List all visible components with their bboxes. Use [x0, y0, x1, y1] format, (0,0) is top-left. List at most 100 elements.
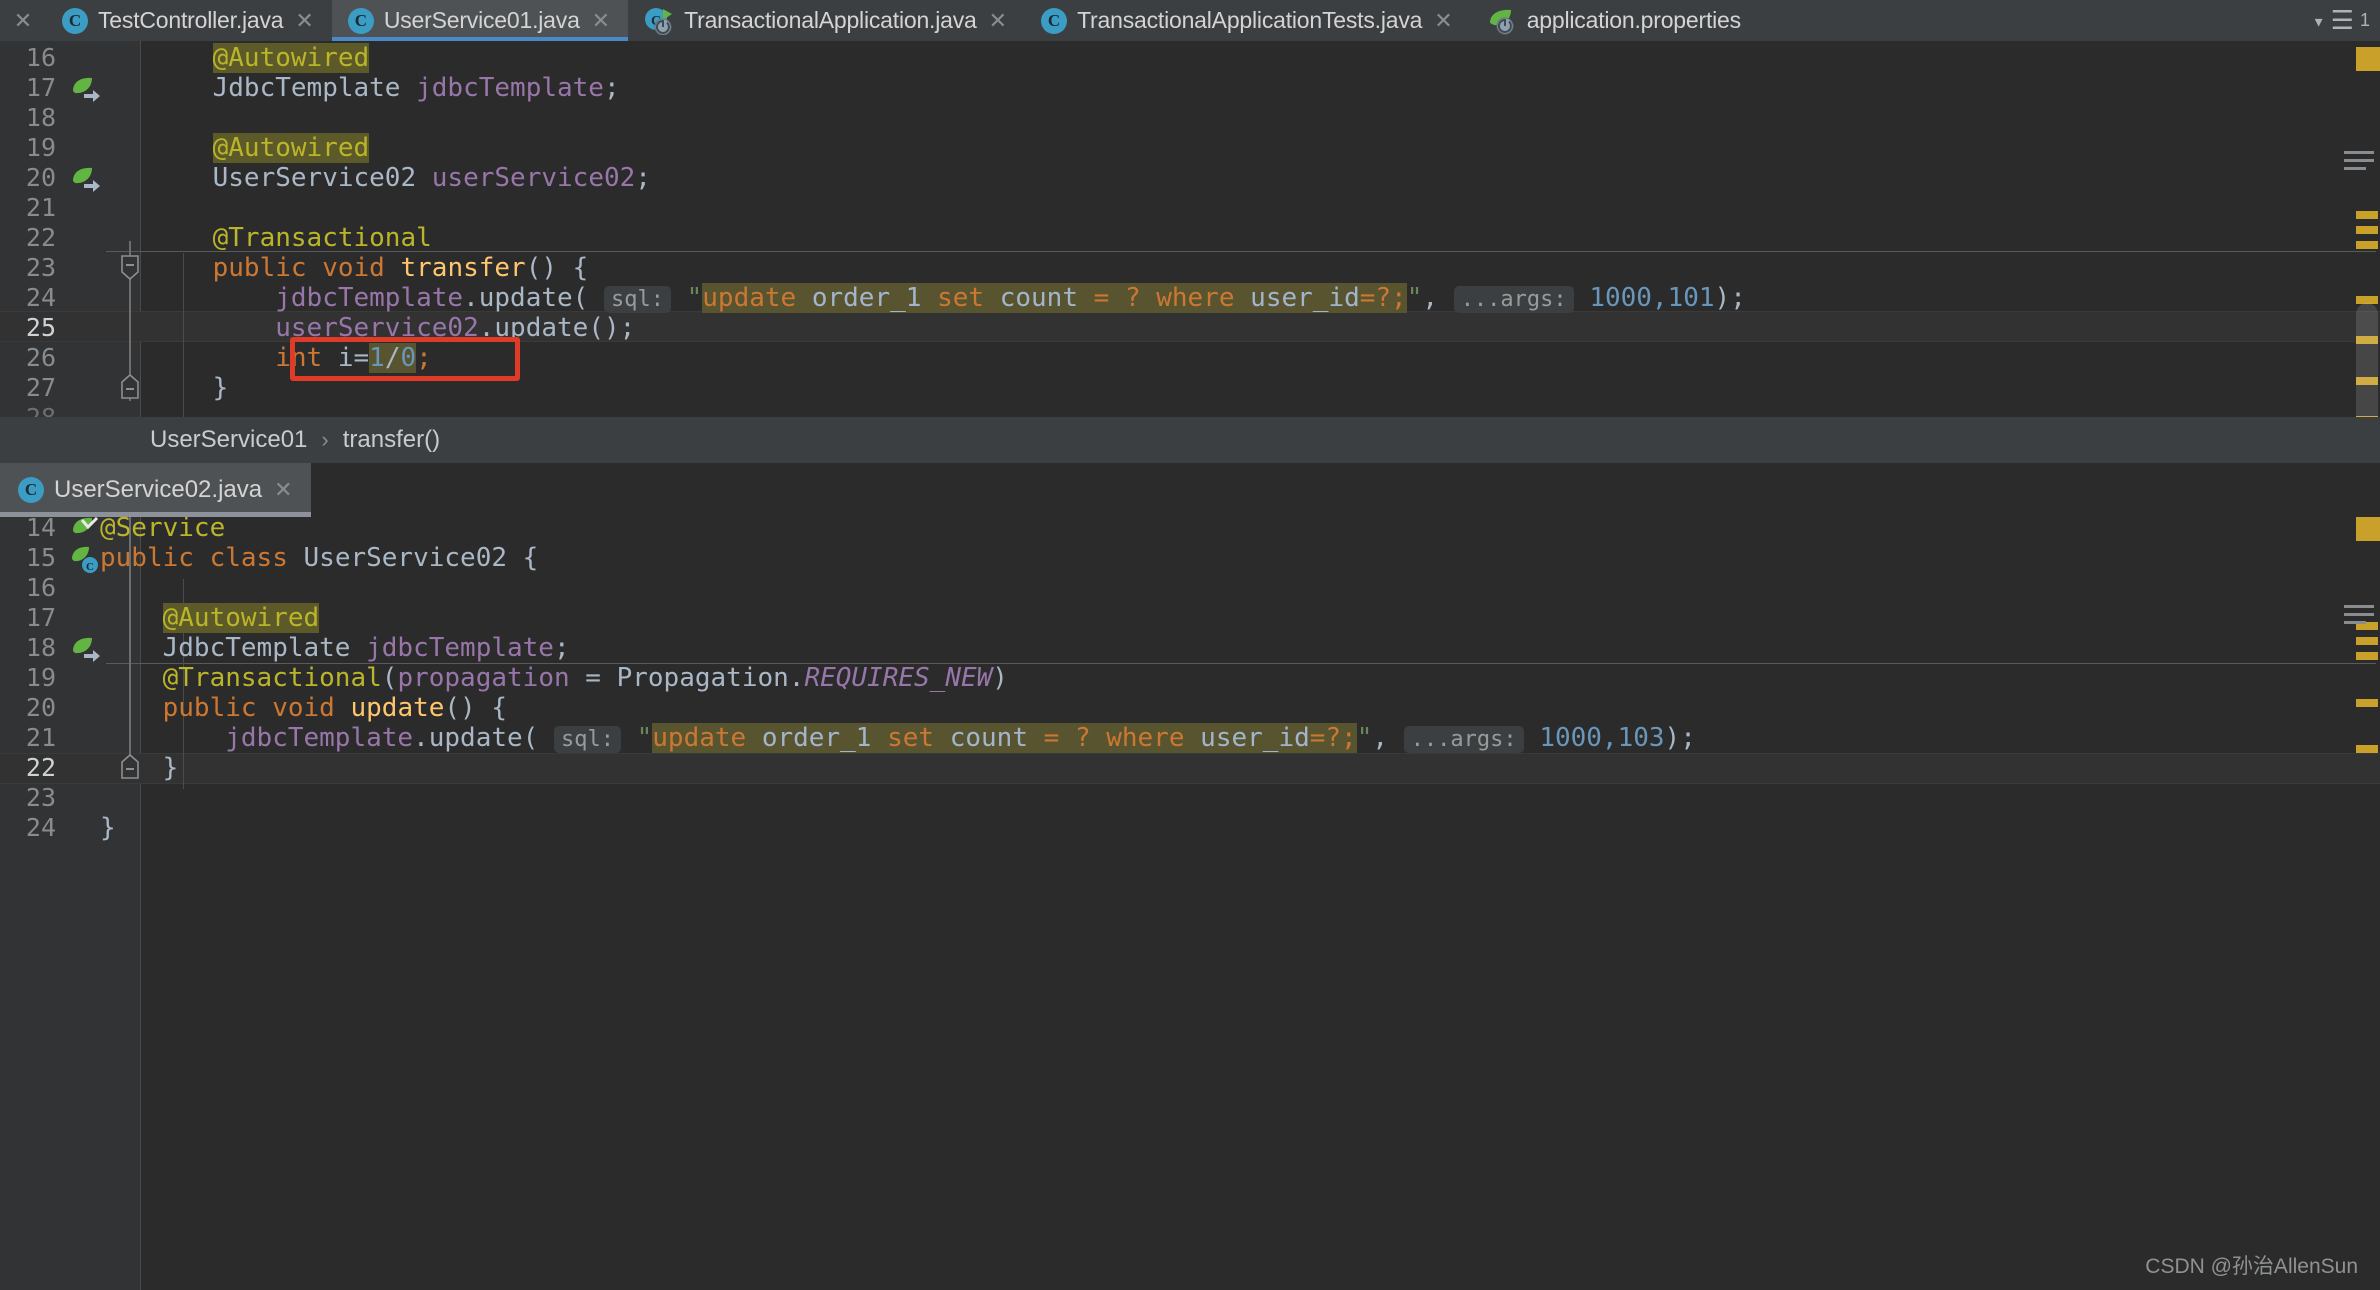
code-line-17[interactable]: JdbcTemplate jdbcTemplate;: [150, 73, 620, 103]
inspection-warning-indicator[interactable]: [2356, 517, 2380, 541]
sql-args-values: 1000,103: [1539, 723, 1665, 753]
code-line-20[interactable]: public void update() {: [100, 693, 507, 723]
tabbar-actions: ▾ ☰ 1: [2313, 0, 2380, 41]
code-line-15[interactable]: public class UserService02 {: [100, 543, 538, 573]
code-line-19[interactable]: @Autowired: [150, 133, 370, 163]
close-icon[interactable]: ✕: [1432, 9, 1452, 32]
sql-string-literal: update order_1 set count = ? where user_…: [652, 723, 1357, 753]
close-all-tabs-icon[interactable]: ✕: [0, 0, 46, 41]
tab-user-service-01[interactable]: UserService01.java ✕: [331, 0, 629, 41]
autowired-annotation: @Autowired: [162, 603, 320, 633]
close-icon[interactable]: ✕: [272, 479, 292, 501]
service-annotation: @Service: [100, 517, 226, 543]
line-number: 28: [0, 403, 56, 417]
code-line-24[interactable]: jdbcTemplate.update( sql: "update order_…: [150, 283, 1746, 315]
code-line-22[interactable]: }: [100, 753, 179, 783]
tab-list-icon[interactable]: ☰: [2331, 6, 2354, 36]
line-number: 22: [25, 223, 56, 252]
error-stripe-top[interactable]: [2344, 41, 2380, 417]
inspection-warning-indicator[interactable]: [2356, 47, 2380, 71]
tab-transactional-application[interactable]: C TransactionalApplication.java ✕: [628, 0, 1026, 41]
code-line-21[interactable]: [150, 193, 166, 223]
code-vision-lines-icon: [2344, 605, 2374, 629]
close-icon[interactable]: ✕: [293, 9, 313, 32]
stripe-marker[interactable]: [2356, 226, 2378, 234]
line-number: 18: [25, 103, 56, 132]
code-vision-lines-icon: [2344, 151, 2374, 175]
code-line-19[interactable]: @Transactional(propagation = Propagation…: [100, 663, 1008, 693]
breadcrumb[interactable]: UserService01 › transfer(): [0, 417, 2380, 463]
line-number: 19: [25, 133, 56, 162]
code-line-14[interactable]: @Service: [100, 517, 225, 543]
tab-user-service-02[interactable]: UserService02.java ✕: [0, 463, 311, 517]
stripe-marker[interactable]: [2356, 699, 2378, 707]
chevron-right-icon: ›: [321, 427, 329, 452]
line-number: 21: [25, 193, 56, 222]
code-line-16[interactable]: [100, 573, 116, 603]
spring-bean-class-icon[interactable]: C: [70, 544, 100, 574]
code-line-23[interactable]: [100, 783, 116, 813]
line-number: 14: [25, 517, 56, 542]
sql-args-values: 1000,101: [1589, 283, 1715, 313]
java-class-icon: [1041, 7, 1068, 34]
code-line-20[interactable]: UserService02 userService02;: [150, 163, 651, 193]
code-line-16[interactable]: @Autowired: [150, 43, 370, 73]
autowired-annotation: @Autowired: [212, 43, 370, 73]
stripe-marker[interactable]: [2356, 211, 2378, 219]
line-number: 20: [25, 163, 56, 192]
tab-application-properties[interactable]: application.properties: [1470, 0, 1759, 41]
code-line-18[interactable]: [150, 103, 166, 133]
stripe-marker[interactable]: [2356, 637, 2378, 645]
tab-count: 1: [2359, 10, 2370, 30]
param-hint-sql: sql:: [553, 726, 621, 753]
breadcrumb-class[interactable]: UserService01: [150, 426, 307, 454]
gutter-separator: [140, 41, 141, 417]
split-editor-tabbar: UserService02.java ✕: [0, 463, 2380, 517]
code-line-24[interactable]: }: [100, 813, 116, 843]
param-hint-args: ...args:: [1403, 726, 1524, 753]
stripe-marker[interactable]: [2356, 652, 2378, 660]
tab-label: TestController.java: [98, 7, 284, 33]
stripe-marker[interactable]: [2356, 745, 2378, 753]
svg-text:C: C: [86, 561, 94, 573]
java-class-icon: [62, 7, 88, 34]
tab-transactional-application-tests[interactable]: TransactionalApplicationTests.java ✕: [1025, 0, 1471, 41]
breadcrumb-method[interactable]: transfer(): [343, 426, 440, 454]
tab-label: UserService02.java: [54, 476, 263, 503]
line-number: 16: [25, 43, 56, 72]
tab-test-controller[interactable]: TestController.java ✕: [46, 0, 332, 41]
editor-user-service-02[interactable]: 14 15 16 17 18 19 20 21 22 23 24 C @Serv: [0, 517, 2380, 1290]
close-icon[interactable]: ✕: [987, 9, 1007, 32]
code-line-27[interactable]: }: [150, 373, 229, 403]
stripe-marker[interactable]: [2356, 241, 2378, 249]
code-line-23[interactable]: public void transfer() {: [150, 253, 589, 283]
chevron-down-icon[interactable]: ▾: [2313, 9, 2325, 33]
annotation-box-divide-by-zero: [290, 337, 520, 381]
spring-bean-arrow-icon[interactable]: [70, 634, 100, 664]
line-number: 20: [25, 693, 56, 722]
line-number: 16: [25, 573, 56, 602]
spring-bean-check-icon[interactable]: [70, 517, 100, 544]
spring-bean-arrow-icon[interactable]: [70, 74, 100, 104]
spring-bean-arrow-icon[interactable]: [70, 164, 100, 194]
tab-label: TransactionalApplication.java: [684, 7, 977, 33]
fold-open-icon[interactable]: [118, 254, 142, 281]
line-number: 27: [25, 373, 56, 402]
editor-scrollbar-thumb[interactable]: [2356, 303, 2378, 417]
error-stripe-bottom[interactable]: [2344, 517, 2380, 1290]
close-icon[interactable]: ✕: [590, 9, 610, 32]
code-line-17[interactable]: @Autowired: [100, 603, 320, 633]
code-line-21[interactable]: jdbcTemplate.update( sql: "update order_…: [100, 723, 1696, 755]
line-number: 17: [25, 73, 56, 102]
code-line-22[interactable]: @Transactional: [150, 223, 432, 253]
tab-label: application.properties: [1526, 7, 1741, 33]
line-number: 18: [25, 633, 56, 662]
transactional-annotation: @Transactional: [212, 223, 432, 253]
fold-close-icon[interactable]: [118, 373, 142, 400]
autowired-annotation: @Autowired: [212, 133, 370, 163]
code-line-18[interactable]: JdbcTemplate jdbcTemplate;: [100, 633, 570, 663]
editor-user-service-01[interactable]: 16 17 18 19 20 21 22 23 24 25 26 27 28: [0, 41, 2380, 417]
caret-line-highlight: [0, 753, 2380, 784]
param-hint-args: ...args:: [1453, 286, 1574, 313]
java-class-icon: [347, 7, 374, 34]
